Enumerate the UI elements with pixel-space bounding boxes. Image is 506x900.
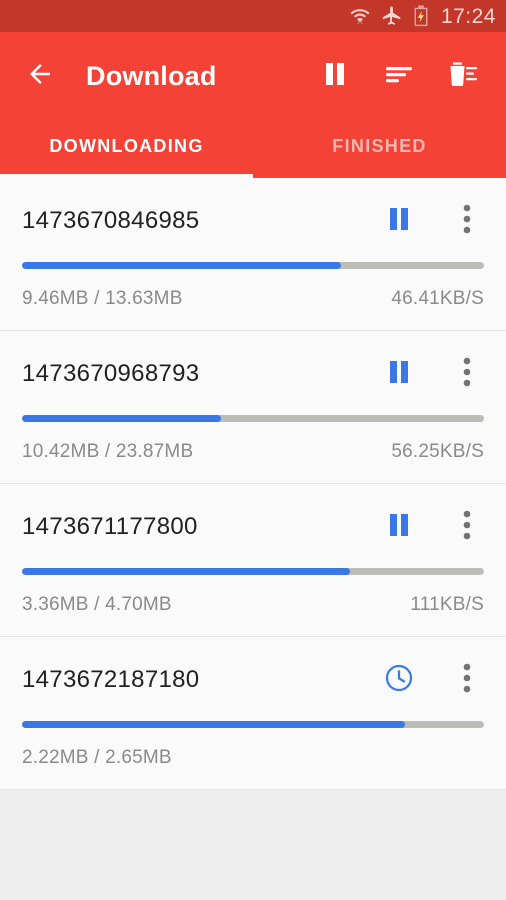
download-name: 1473670846985 <box>22 207 200 234</box>
download-item-header: 1473671177800 <box>22 510 484 544</box>
download-manager-screen: 17:24 Download DOWNLOADING FINISHED 1473… <box>0 0 506 900</box>
battery-charging-icon <box>413 5 429 27</box>
sort-lines-icon <box>384 62 414 91</box>
download-item-header: 1473672187180 <box>22 663 484 697</box>
progress-fill <box>22 415 221 422</box>
progress-fill <box>22 568 351 575</box>
app-bar: Download DOWNLOADING FINISHED <box>0 32 506 178</box>
sort-button[interactable] <box>380 57 418 95</box>
pause-all-button[interactable] <box>316 57 354 95</box>
download-item[interactable]: 1473670968793 10.42MB / 23.87MB 56.25KB/… <box>0 331 506 484</box>
app-bar-top: Download <box>0 32 506 120</box>
download-item-footer: 10.42MB / 23.87MB 56.25KB/S <box>22 441 484 463</box>
overflow-menu-icon <box>463 663 471 698</box>
download-item-header: 1473670846985 <box>22 204 484 238</box>
pause-icon <box>388 207 410 236</box>
overflow-menu-icon <box>463 204 471 239</box>
pause-button[interactable] <box>382 357 416 391</box>
progress-bar <box>22 721 484 728</box>
download-size: 10.42MB / 23.87MB <box>22 441 194 462</box>
overflow-menu-button[interactable] <box>450 204 484 238</box>
tab-finished[interactable]: FINISHED <box>253 120 506 178</box>
page-title: Download <box>86 60 217 91</box>
download-item-header: 1473670968793 <box>22 357 484 391</box>
overflow-menu-button[interactable] <box>450 510 484 544</box>
download-speed: 56.25KB/S <box>391 441 484 462</box>
download-name: 1473671177800 <box>22 513 198 540</box>
trash-icon <box>447 61 479 92</box>
download-item-footer: 9.46MB / 13.63MB 46.41KB/S <box>22 288 484 310</box>
download-item-controls <box>382 510 484 544</box>
progress-bar <box>22 415 484 422</box>
wifi-icon <box>349 5 371 27</box>
download-item-controls <box>382 663 484 697</box>
download-speed: 111KB/S <box>410 594 484 615</box>
download-name: 1473672187180 <box>22 666 200 693</box>
pause-icon <box>388 513 410 542</box>
tab-bar: DOWNLOADING FINISHED <box>0 120 506 178</box>
tab-downloading[interactable]: DOWNLOADING <box>0 120 253 178</box>
overflow-menu-button[interactable] <box>450 663 484 697</box>
progress-bar <box>22 262 484 269</box>
download-size: 2.22MB / 2.65MB <box>22 747 172 768</box>
download-item[interactable]: 1473671177800 3.36MB / 4.70MB 111KB/S <box>0 484 506 637</box>
pending-button[interactable] <box>382 663 416 697</box>
status-bar: 17:24 <box>0 0 506 32</box>
clock-pending-icon <box>384 663 414 698</box>
download-size: 9.46MB / 13.63MB <box>22 288 183 309</box>
overflow-menu-button[interactable] <box>450 357 484 391</box>
download-item-controls <box>382 357 484 391</box>
back-button[interactable] <box>18 54 62 98</box>
progress-fill <box>22 262 341 269</box>
pause-button[interactable] <box>382 510 416 544</box>
download-item[interactable]: 1473672187180 2.22MB / 2.65MB <box>0 637 506 790</box>
download-item-footer: 2.22MB / 2.65MB <box>22 747 484 769</box>
clock-time: 17:24 <box>440 4 496 28</box>
delete-button[interactable] <box>444 57 482 95</box>
back-arrow-icon <box>25 59 55 94</box>
download-list: 1473670846985 9.46MB / 13.63MB 46.41KB/S… <box>0 178 506 790</box>
app-bar-actions <box>316 57 488 95</box>
overflow-menu-icon <box>463 357 471 392</box>
download-name: 1473670968793 <box>22 360 200 387</box>
download-item-footer: 3.36MB / 4.70MB 111KB/S <box>22 594 484 616</box>
airplane-mode-icon <box>381 5 403 27</box>
overflow-menu-icon <box>463 510 471 545</box>
pause-icon <box>388 360 410 389</box>
progress-bar <box>22 568 484 575</box>
progress-fill <box>22 721 406 728</box>
download-size: 3.36MB / 4.70MB <box>22 594 172 615</box>
download-item[interactable]: 1473670846985 9.46MB / 13.63MB 46.41KB/S <box>0 178 506 331</box>
pause-icon <box>323 61 347 92</box>
download-item-controls <box>382 204 484 238</box>
download-speed: 46.41KB/S <box>391 288 484 309</box>
pause-button[interactable] <box>382 204 416 238</box>
